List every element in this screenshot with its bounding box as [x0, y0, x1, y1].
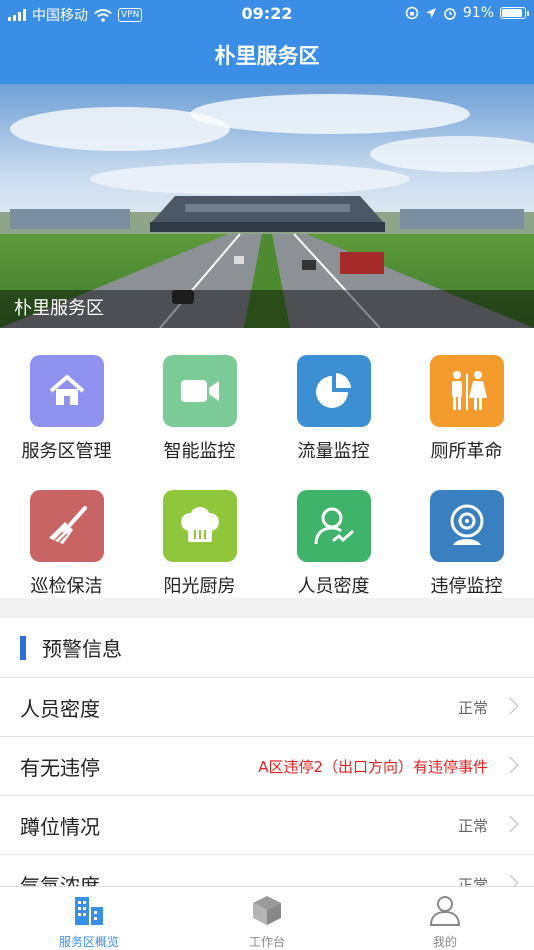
- feature-grid: 服务区管理 智能监控 流量监控 厕所革命 巡检保洁 阳光厨房 人员密度 违停监控: [0, 328, 534, 598]
- chef-hat-icon: [162, 490, 237, 562]
- building-icon: [75, 897, 103, 925]
- tile-label: 阳光厨房: [163, 576, 236, 597]
- alert-row-name: 人员密度: [20, 696, 100, 721]
- tile-label: 服务区管理: [21, 441, 112, 462]
- alarm-icon: [444, 8, 456, 20]
- banner-image[interactable]: 朴里服务区: [0, 84, 534, 328]
- tile-service-area-management[interactable]: 服务区管理: [0, 355, 133, 463]
- alert-row-stall-status[interactable]: 蹲位情况 正常: [0, 796, 534, 855]
- tab-label: 工作台: [248, 935, 285, 949]
- alert-row-status: 正常: [457, 875, 488, 887]
- alert-row-name: 气氛浓度: [20, 873, 100, 887]
- alert-row-status: 正常: [457, 816, 488, 835]
- webcam-icon: [429, 490, 504, 562]
- alert-section: 预警信息 人员密度 正常 有无违停 A区违停2（出口方向）有违停事件 蹲位情况 …: [0, 618, 534, 886]
- chevron-right-icon: [501, 756, 519, 774]
- restroom-icon: [429, 355, 504, 427]
- broom-icon: [29, 490, 104, 562]
- tile-label: 智能监控: [163, 441, 236, 462]
- cube-icon: [253, 896, 281, 925]
- location-icon: [425, 8, 436, 18]
- pie-chart-icon: [296, 355, 371, 427]
- tab-workbench[interactable]: 工作台: [178, 887, 356, 950]
- tile-label: 巡检保洁: [30, 576, 103, 597]
- alert-header: 预警信息: [0, 618, 534, 678]
- tile-label: 人员密度: [297, 576, 370, 597]
- alert-row-gas-concentration[interactable]: 气氛浓度 正常: [0, 855, 534, 886]
- tile-label: 厕所革命: [430, 441, 503, 462]
- orientation-lock-icon: [405, 6, 419, 20]
- tab-bar: 服务区概览 工作台 我的: [0, 886, 534, 950]
- alert-row-illegal-parking[interactable]: 有无违停 A区违停2（出口方向）有违停事件: [0, 737, 534, 796]
- tile-traffic-monitoring[interactable]: 流量监控: [267, 355, 400, 463]
- tab-label: 我的: [432, 935, 457, 949]
- tile-toilet-revolution[interactable]: 厕所革命: [400, 355, 533, 463]
- alert-row-status: A区违停2（出口方向）有违停事件: [258, 757, 488, 776]
- house-icon: [29, 355, 104, 427]
- alert-row-personnel-density[interactable]: 人员密度 正常: [0, 678, 534, 737]
- alert-row-name: 有无违停: [20, 755, 100, 780]
- chevron-right-icon: [501, 874, 519, 886]
- section-accent-bar: [20, 635, 26, 660]
- tab-mine[interactable]: 我的: [356, 887, 534, 950]
- video-camera-icon: [162, 355, 237, 427]
- tab-service-area-overview[interactable]: 服务区概览: [0, 887, 178, 950]
- alert-row-status: 正常: [457, 698, 488, 717]
- alert-title: 预警信息: [42, 637, 122, 661]
- tile-sunshine-kitchen[interactable]: 阳光厨房: [133, 490, 266, 598]
- tile-label: 违停监控: [430, 576, 503, 597]
- tile-personnel-density[interactable]: 人员密度: [267, 490, 400, 598]
- user-icon: [429, 896, 461, 926]
- nav-title: 朴里服务区: [0, 28, 534, 84]
- person-check-icon: [296, 490, 371, 562]
- tile-label: 流量监控: [297, 441, 370, 462]
- chevron-right-icon: [501, 697, 519, 715]
- battery-percent: 91%: [462, 5, 494, 21]
- chevron-right-icon: [501, 815, 519, 833]
- battery-icon: [500, 7, 529, 19]
- alert-row-name: 蹲位情况: [20, 814, 100, 839]
- tile-smart-monitoring[interactable]: 智能监控: [133, 355, 266, 463]
- tile-illegal-parking-monitoring[interactable]: 违停监控: [400, 490, 533, 598]
- status-bar: 中国移动 VPN 09:22 91%: [0, 0, 534, 28]
- tab-label: 服务区概览: [58, 935, 119, 949]
- banner-caption: 朴里服务区: [0, 290, 534, 328]
- tile-inspection-cleaning[interactable]: 巡检保洁: [0, 490, 133, 598]
